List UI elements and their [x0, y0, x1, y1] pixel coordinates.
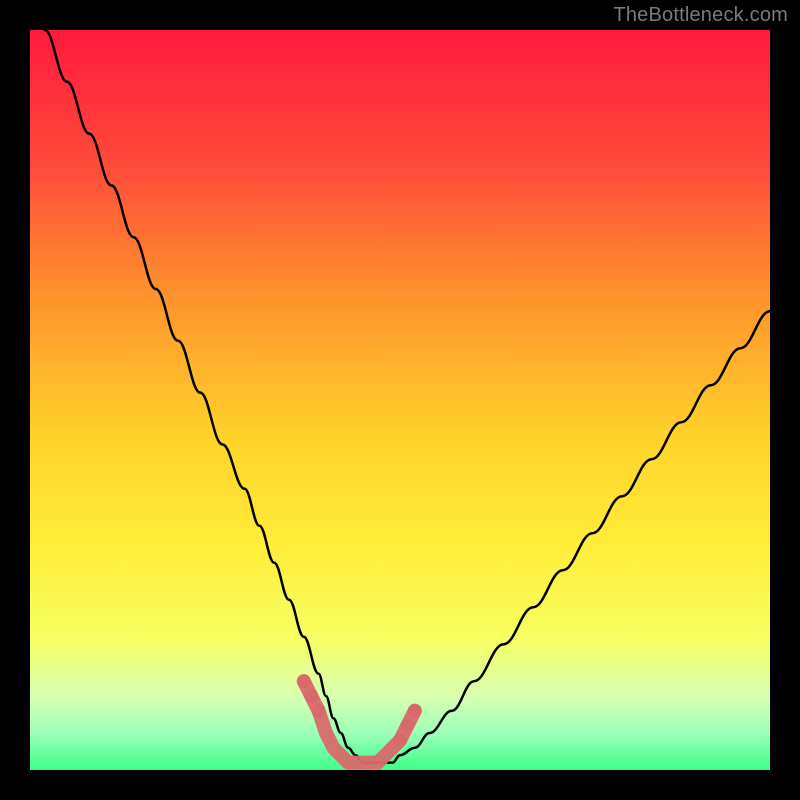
marker-dot	[400, 719, 414, 733]
marker-dot	[408, 704, 422, 718]
marker-dot	[312, 704, 326, 718]
gradient-background	[30, 30, 770, 770]
outer-frame: TheBottleneck.com	[0, 0, 800, 800]
watermark-text: TheBottleneck.com	[613, 4, 788, 27]
marker-dot	[393, 733, 407, 747]
marker-dot	[297, 674, 311, 688]
chart-svg	[30, 30, 770, 770]
chart-plot-area	[30, 30, 770, 770]
marker-dot	[304, 689, 318, 703]
